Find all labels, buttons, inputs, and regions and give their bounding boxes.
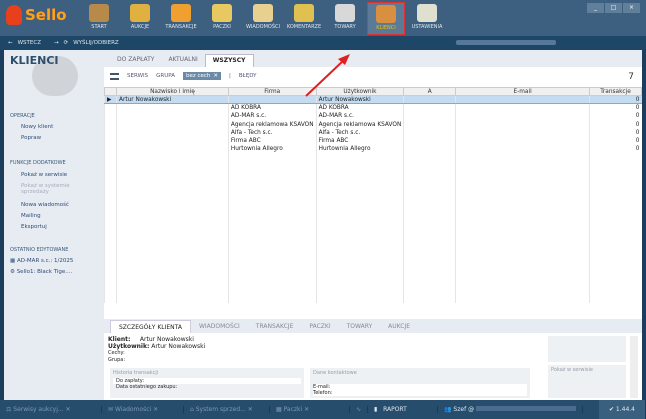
annotation-arrow (305, 54, 350, 97)
